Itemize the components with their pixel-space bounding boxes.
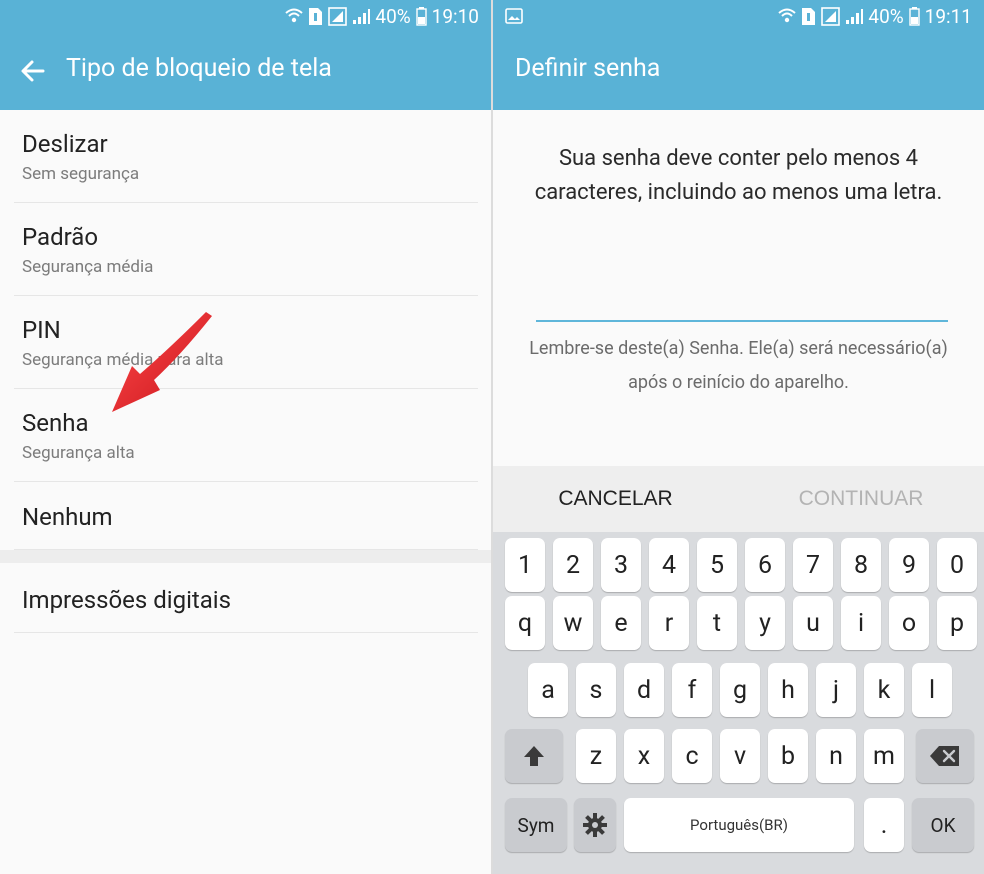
backspace-icon (930, 746, 959, 766)
key-b[interactable]: b (768, 729, 808, 783)
key-a[interactable]: a (528, 663, 568, 717)
gear-icon (583, 813, 607, 837)
option-subtitle: Sem segurança (22, 164, 140, 184)
password-input[interactable] (536, 292, 948, 322)
key-7[interactable]: 7 (793, 538, 833, 592)
signal-icon (328, 6, 348, 26)
battery-icon (415, 6, 427, 26)
battery-percent: 40% (868, 4, 904, 28)
lock-option-pattern[interactable]: Padrão Segurança média (14, 203, 478, 296)
key-y[interactable]: y (745, 596, 785, 650)
key-e[interactable]: e (601, 596, 641, 650)
app-bar: Tipo de bloqueio de tela (0, 32, 491, 110)
key-o[interactable]: o (889, 596, 929, 650)
page-title: Definir senha (515, 54, 661, 83)
key-t[interactable]: t (697, 596, 737, 650)
key-l[interactable]: l (912, 663, 952, 717)
signal-icon (845, 8, 864, 25)
key-u[interactable]: u (793, 596, 833, 650)
key-c[interactable]: c (672, 729, 712, 783)
lock-type-list: Deslizar Sem segurança Padrão Segurança … (14, 110, 478, 550)
key-p[interactable]: p (937, 596, 977, 650)
key-i[interactable]: i (841, 596, 881, 650)
continue-button[interactable]: CONTINUAR (738, 466, 984, 532)
key-k[interactable]: k (864, 663, 904, 717)
wifi-icon (285, 8, 304, 24)
key-q[interactable]: q (505, 596, 545, 650)
shift-icon (524, 746, 544, 766)
symbols-key[interactable]: Sym (505, 798, 567, 852)
page-title: Tipo de bloqueio de tela (66, 54, 332, 83)
status-icons: 40% 19:11 (778, 4, 972, 28)
signal-icon (352, 8, 371, 25)
option-subtitle: Segurança alta (22, 443, 135, 463)
keyboard: 1 2 3 4 5 6 7 8 9 0 q w e r t y u i o p … (493, 532, 984, 874)
key-1[interactable]: 1 (505, 538, 545, 592)
key-n[interactable]: n (816, 729, 856, 783)
option-title: PIN (22, 316, 61, 344)
key-s[interactable]: s (576, 663, 616, 717)
status-icons: 40% 19:10 (285, 4, 479, 28)
option-title: Nenhum (22, 503, 113, 531)
battery-percent: 40% (375, 4, 411, 28)
option-title: Senha (22, 409, 89, 437)
option-title: Padrão (22, 223, 99, 251)
key-0[interactable]: 0 (937, 538, 977, 592)
clock: 19:10 (431, 4, 479, 28)
arrow-left-icon[interactable] (18, 56, 48, 86)
cancel-button[interactable]: CANCELAR (493, 466, 738, 532)
lock-option-swipe[interactable]: Deslizar Sem segurança (14, 110, 478, 203)
password-hint: Lembre-se deste(a) Senha. Ele(a) será ne… (529, 338, 948, 393)
key-6[interactable]: 6 (745, 538, 785, 592)
backspace-key[interactable] (916, 729, 974, 783)
option-subtitle: Segurança média (22, 257, 154, 277)
gallery-icon (505, 8, 523, 24)
period-key[interactable]: . (864, 798, 904, 852)
key-5[interactable]: 5 (697, 538, 737, 592)
key-8[interactable]: 8 (841, 538, 881, 592)
key-m[interactable]: m (864, 729, 904, 783)
lock-option-password[interactable]: Senha Segurança alta (14, 389, 478, 482)
lock-option-pin[interactable]: PIN Segurança média para alta (14, 296, 478, 389)
key-j[interactable]: j (816, 663, 856, 717)
key-w[interactable]: w (553, 596, 593, 650)
battery-icon (908, 6, 920, 26)
app-bar: Definir senha (493, 32, 984, 110)
shift-key[interactable] (505, 729, 563, 783)
key-2[interactable]: 2 (553, 538, 593, 592)
key-f[interactable]: f (672, 663, 712, 717)
section-divider (0, 550, 491, 563)
key-d[interactable]: d (624, 663, 664, 717)
key-3[interactable]: 3 (601, 538, 641, 592)
lock-type-screen: 40% 19:10 Tipo de bloqueio de tela Desli… (0, 0, 491, 874)
fingerprints-item[interactable]: Impressões digitais (14, 563, 478, 633)
dialog-actions: CANCELAR CONTINUAR (493, 466, 984, 532)
status-bar: 40% 19:10 (0, 0, 491, 32)
status-bar: 40% 19:11 (493, 0, 984, 32)
key-v[interactable]: v (720, 729, 760, 783)
lock-option-none[interactable]: Nenhum (14, 482, 478, 550)
key-x[interactable]: x (624, 729, 664, 783)
key-g[interactable]: g (720, 663, 760, 717)
key-4[interactable]: 4 (649, 538, 689, 592)
key-h[interactable]: h (768, 663, 808, 717)
sim-icon (801, 7, 816, 26)
sim-icon (308, 7, 323, 26)
key-r[interactable]: r (649, 596, 689, 650)
annotation-arrow-icon (112, 312, 212, 412)
option-title: Impressões digitais (22, 586, 232, 614)
set-password-screen: 40% 19:11 Definir senha Sua senha deve c… (493, 0, 984, 874)
signal-icon (821, 6, 841, 26)
settings-key[interactable] (574, 798, 616, 852)
ok-key[interactable]: OK (912, 798, 974, 852)
password-instruction: Sua senha deve conter pelo menos 4 carac… (534, 146, 943, 205)
biometrics-list: Impressões digitais (14, 563, 478, 633)
key-z[interactable]: z (576, 729, 616, 783)
option-title: Deslizar (22, 130, 108, 158)
key-9[interactable]: 9 (889, 538, 929, 592)
clock: 19:11 (924, 4, 972, 28)
wifi-icon (778, 8, 797, 24)
space-key[interactable]: Português(BR) (624, 798, 854, 852)
